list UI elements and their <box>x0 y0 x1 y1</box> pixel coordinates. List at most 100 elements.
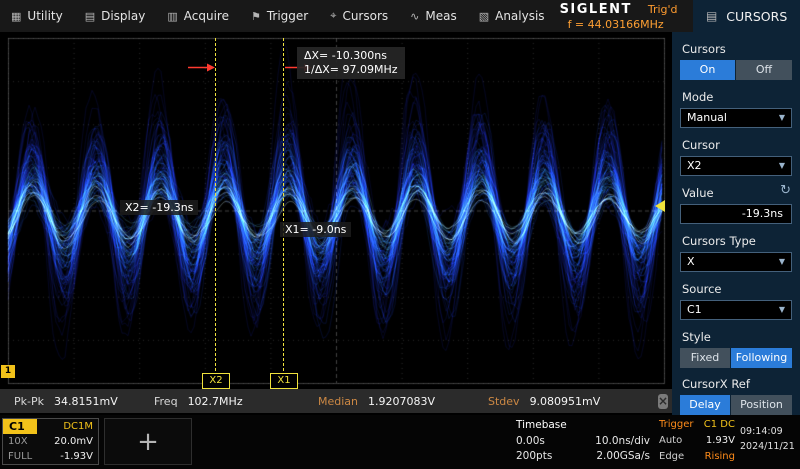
cursor-select-label: Cursor <box>682 138 720 152</box>
utility-icon: ▦ <box>11 10 21 23</box>
panel-title: CURSORS <box>726 9 787 24</box>
chevron-down-icon: ▼ <box>779 301 785 319</box>
trigger-level-arrow[interactable] <box>655 200 665 212</box>
cursors-type-dropdown[interactable]: X ▼ <box>680 252 792 272</box>
clock-box: 09:14:09 2024/11/21 <box>740 424 798 454</box>
cursors-section-label: Cursors <box>682 42 726 56</box>
measurement-value: 102.7MHz <box>188 395 243 408</box>
frequency-counter: f = 44.03166MHz <box>556 18 693 31</box>
trigger-type: Edge <box>659 449 684 465</box>
channel1-probe: 10X <box>8 434 28 449</box>
refresh-icon[interactable]: ↻ <box>780 183 791 198</box>
measurement-label: Median <box>318 395 358 408</box>
menu-item-label: Analysis <box>495 9 544 23</box>
timebase-box[interactable]: Timebase 0.00s 10.0ns/div 200pts 2.00GSa… <box>512 417 654 467</box>
waveform-canvas <box>0 32 672 389</box>
cursor-x2-tag[interactable]: X2 <box>202 373 230 389</box>
channel1-offset: -1.93V <box>60 449 93 464</box>
waveform-display: ΔX= -10.300ns 1/ΔX= 97.09MHz X2= -19.3ns… <box>0 32 672 389</box>
cursors-type-label: Cursors Type <box>682 234 756 248</box>
chevron-down-icon: ▼ <box>779 109 785 127</box>
cursor-delta-readout: ΔX= -10.300ns 1/ΔX= 97.09MHz <box>297 47 405 79</box>
siglent-logo: SIGLENT <box>560 2 632 17</box>
cursor-x2-readout: X2= -19.3ns <box>120 200 198 215</box>
status-bar: C1 DC1M 10X 20.0mV FULL -1.93V + Timebas… <box>0 415 800 469</box>
measurement-close-button[interactable]: × <box>658 394 668 409</box>
menu-item-meas[interactable]: ∿ Meas <box>399 0 468 32</box>
channel1-badge: C1 <box>3 419 37 434</box>
cursor-x2-line[interactable] <box>215 38 216 386</box>
trigger-level: 1.93V <box>706 433 735 449</box>
oscilloscope-screen: ▦ Utility ▤ Display ▥ Acquire ⚑ Trigger … <box>0 0 800 469</box>
cursor-value-field[interactable]: -19.3ns <box>680 204 792 224</box>
menu-item-label: Utility <box>27 9 62 23</box>
menu-item-label: Trigger <box>267 9 308 23</box>
channel1-bandwidth: FULL <box>8 449 32 464</box>
trigger-box[interactable]: Trigger C1 DC Auto 1.93V Edge Rising <box>657 417 737 467</box>
cursors-panel-header[interactable]: ▤ CURSORS <box>693 0 800 32</box>
measurement-value: 1.9207083V <box>368 395 435 408</box>
channel1-scale: 20.0mV <box>54 434 93 449</box>
menu-item-utility[interactable]: ▦ Utility <box>0 0 74 32</box>
inverse-delta-x-value: 1/ΔX= 97.09MHz <box>304 63 398 77</box>
style-label: Style <box>682 330 711 344</box>
trigger-label: Trigger <box>659 417 694 433</box>
ref-delay-button[interactable]: Delay <box>680 395 730 415</box>
acquire-icon: ▥ <box>167 10 177 23</box>
menu-list-icon: ▤ <box>706 9 717 23</box>
measurement-pkpk: Pk-Pk 34.8151mV <box>14 395 154 408</box>
cursors-side-panel: Cursors On Off Mode Manual ▼ Cursor X2 ▼… <box>672 32 800 415</box>
trigger-status-badge: Trig'd <box>648 3 678 16</box>
source-dropdown[interactable]: C1 ▼ <box>680 300 792 320</box>
clock-date: 2024/11/21 <box>740 439 798 454</box>
plus-icon: + <box>137 427 159 457</box>
cursor-value: -19.3ns <box>742 207 783 220</box>
source-value: C1 <box>687 303 702 316</box>
measure-icon: ∿ <box>410 10 419 23</box>
trigger-mode: Auto <box>659 433 682 449</box>
analysis-icon: ▧ <box>479 10 489 23</box>
cursor-x1-tag[interactable]: X1 <box>270 373 298 389</box>
cursor-target-icon: ⌖ <box>330 9 336 23</box>
measurement-stdev: Stdev 9.080951mV <box>488 395 658 408</box>
menu-item-trigger[interactable]: ⚑ Trigger <box>240 0 319 32</box>
mode-value: Manual <box>687 111 727 124</box>
ref-position-button[interactable]: Position <box>731 395 792 415</box>
menu-item-cursors[interactable]: ⌖ Cursors <box>319 0 399 32</box>
cursor-select-dropdown[interactable]: X2 ▼ <box>680 156 792 176</box>
menu-item-label: Cursors <box>342 9 388 23</box>
menu-bar: ▦ Utility ▤ Display ▥ Acquire ⚑ Trigger … <box>0 0 800 32</box>
channel1-info-box[interactable]: C1 DC1M 10X 20.0mV FULL -1.93V <box>2 418 99 465</box>
menu-item-label: Display <box>101 9 145 23</box>
delta-x-value: ΔX= -10.300ns <box>304 49 398 63</box>
timebase-points: 200pts <box>516 449 552 464</box>
measurement-label: Stdev <box>488 395 520 408</box>
style-fixed-button[interactable]: Fixed <box>680 348 730 368</box>
channel1-ground-marker[interactable]: 1 <box>1 365 15 378</box>
menu-item-display[interactable]: ▤ Display <box>74 0 157 32</box>
cursors-off-button[interactable]: Off <box>736 60 792 80</box>
menu-item-acquire[interactable]: ▥ Acquire <box>156 0 240 32</box>
measurement-value: 34.8151mV <box>54 395 118 408</box>
chevron-down-icon: ▼ <box>779 157 785 175</box>
cursors-on-button[interactable]: On <box>680 60 735 80</box>
cursor-x1-readout: X1= -9.0ns <box>280 222 351 237</box>
add-channel-box[interactable]: + <box>104 418 192 465</box>
channel1-coupling: DC1M <box>63 421 98 432</box>
cursor-select-value: X2 <box>687 159 702 172</box>
measurement-label: Freq <box>154 395 178 408</box>
trigger-source: C1 DC <box>704 417 735 433</box>
clock-time: 09:14:09 <box>740 424 798 439</box>
mode-label: Mode <box>682 90 713 104</box>
mode-dropdown[interactable]: Manual ▼ <box>680 108 792 128</box>
measurement-freq: Freq 102.7MHz <box>154 395 318 408</box>
sample-rate: 2.00GSa/s <box>596 449 650 464</box>
cursorx-ref-label: CursorX Ref <box>682 377 750 391</box>
trigger-slope: Rising <box>705 449 735 465</box>
brand-block: SIGLENT Trig'd f = 44.03166MHz <box>556 0 693 32</box>
style-following-button[interactable]: Following <box>731 348 792 368</box>
menu-item-analysis[interactable]: ▧ Analysis <box>468 0 556 32</box>
cursors-type-value: X <box>687 255 695 268</box>
timebase-scale: 10.0ns/div <box>595 434 650 449</box>
cursor-x1-line[interactable] <box>283 38 284 386</box>
